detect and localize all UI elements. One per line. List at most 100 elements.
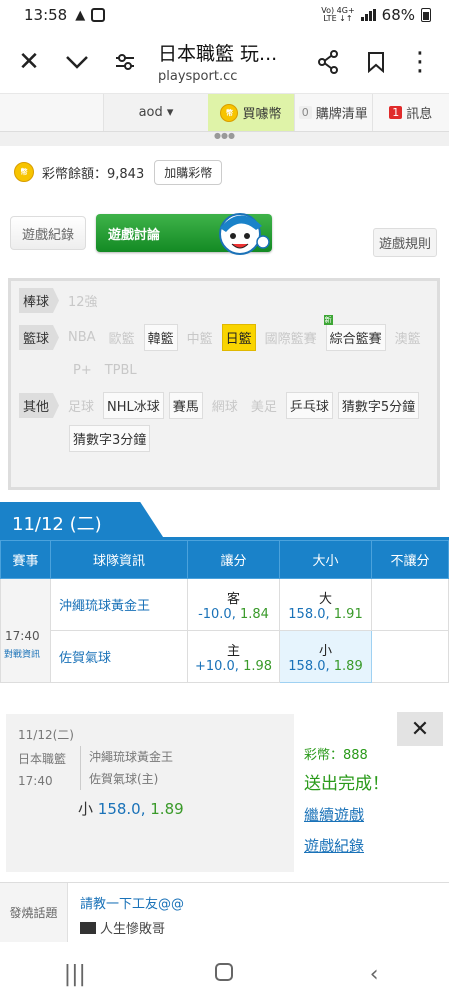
league-chip: 澳籃 bbox=[394, 332, 421, 347]
league-chip[interactable]: 乒乓球 bbox=[285, 392, 333, 419]
moneyline-away-cell bbox=[371, 578, 449, 631]
category-row-basketball-2: P+ TPBL bbox=[19, 359, 429, 382]
android-nav-bar: ||| ‹ bbox=[0, 948, 449, 1000]
col-header: 球隊資訊 bbox=[50, 540, 188, 579]
league-chip[interactable]: 韓籃 bbox=[143, 324, 178, 351]
popup-done-message: 送出完成！ bbox=[304, 774, 389, 794]
share-icon[interactable] bbox=[309, 43, 347, 81]
continue-game-link[interactable]: 繼續遊戲 bbox=[304, 804, 443, 825]
sport-category-panel: 棒球 12強 籃球 NBA 歐籃 韓籃 中籃 日籃 國際籃賽 綜合籃賽 澳籃 P… bbox=[8, 278, 440, 490]
close-icon[interactable]: ✕ bbox=[10, 43, 48, 81]
battery-percent: 68% bbox=[381, 6, 415, 24]
away-team: 沖繩琉球黃金王 bbox=[50, 578, 188, 631]
page-title-block[interactable]: 日本職籃 玩... playsport.cc bbox=[144, 39, 309, 84]
home-icon[interactable] bbox=[194, 962, 254, 987]
more-menu-icon[interactable]: ⋮ bbox=[401, 43, 439, 81]
bet-confirmation-popup: 11/12(二) 日本職籃 17:40 沖繩琉球黃金王 佐賀氣球(主) 小 15… bbox=[6, 712, 443, 872]
close-icon[interactable]: ✕ bbox=[397, 712, 443, 746]
table-row: 佐賀氣球 主 +10.0, 1.98 小 158.0, 1.89 bbox=[1, 630, 449, 683]
league-chip[interactable]: NHL冰球 bbox=[103, 392, 164, 419]
account-dropdown[interactable]: aod ▾ bbox=[104, 94, 208, 131]
category-row-baseball: 棒球 12強 bbox=[19, 287, 429, 314]
date-banner: 11/12 (二) bbox=[0, 502, 449, 540]
spread-away-odds[interactable]: 客 -10.0, 1.84 bbox=[187, 578, 280, 631]
buy-coins-label: 買噱幣 bbox=[242, 107, 282, 122]
popup-teams: 沖繩琉球黃金王 佐賀氣球(主) bbox=[80, 746, 173, 790]
category-row-other: 其他 足球 NHL冰球 賽馬 網球 美足 乒乓球 猜數字5分鐘 bbox=[19, 392, 429, 419]
avatar bbox=[80, 921, 96, 934]
hot-topic: 發燒話題 請教一下工友@@ 人生慘敗哥 bbox=[0, 882, 449, 942]
signal-icon bbox=[360, 9, 376, 21]
game-rules-button[interactable]: 遊戲規則 bbox=[372, 228, 437, 257]
back-icon[interactable]: ‹ bbox=[344, 962, 404, 987]
coin-icon: 幣 bbox=[220, 103, 239, 122]
message-count: 1 bbox=[389, 106, 403, 119]
total-under-odds-selected[interactable]: 小 158.0, 1.89 bbox=[279, 630, 372, 683]
league-chip: 美足 bbox=[250, 400, 277, 415]
game-time: 17:40 bbox=[5, 629, 40, 643]
date-label: 11/12 (二) bbox=[0, 502, 165, 540]
col-header: 賽事 bbox=[0, 540, 51, 579]
league-chip: 網球 bbox=[211, 400, 238, 415]
network-indicator: Vo) 4G+ LTE ↓↑ bbox=[321, 6, 355, 23]
balance-label: 彩幣餘額：9,843 bbox=[42, 166, 145, 182]
chevron-down-icon[interactable] bbox=[58, 43, 96, 81]
popup-home-team: 佐賀氣球(主) bbox=[89, 772, 159, 786]
messages-label: 訊息 bbox=[406, 107, 433, 122]
popup-date: 11/12(二) bbox=[18, 728, 74, 742]
hot-topic-label: 發燒話題 bbox=[0, 883, 68, 942]
mascot-icon bbox=[219, 213, 270, 255]
tab-game-log[interactable]: 遊戲紀錄 bbox=[10, 216, 86, 250]
league-chip: 足球 bbox=[68, 400, 95, 415]
league-chip: 歐籃 bbox=[108, 332, 135, 347]
league-chip: 中籃 bbox=[186, 332, 213, 347]
coin-icon: 幣 bbox=[14, 162, 34, 182]
table-row: 17:40 對戰資訊 沖繩琉球黃金王 客 -10.0, 1.84 大 158.0… bbox=[0, 578, 449, 683]
pager-dots: ●●● bbox=[0, 132, 449, 146]
league-chip-selected[interactable]: 日籃 bbox=[221, 324, 256, 351]
page-title: 日本職籃 玩... bbox=[158, 43, 278, 65]
messages-link[interactable]: 1 訊息 bbox=[371, 94, 449, 131]
site-nav: aod ▾ 幣 買噱幣 0 購牌清單 1 訊息 bbox=[0, 94, 449, 132]
league-chip: P+ bbox=[73, 363, 92, 378]
game-log-link[interactable]: 遊戲紀錄 bbox=[304, 835, 443, 856]
league-chip[interactable]: 猜數字3分鐘 bbox=[69, 425, 151, 452]
cart-count: 0 bbox=[298, 106, 312, 119]
buy-coins-link[interactable]: 幣 買噱幣 bbox=[208, 94, 294, 131]
popup-away-team: 沖繩琉球黃金王 bbox=[89, 750, 174, 764]
league-chip: TPBL bbox=[104, 363, 137, 378]
game-time-cell: 17:40 對戰資訊 bbox=[0, 578, 51, 683]
table-header: 賽事 球隊資訊 讓分 大小 不讓分 bbox=[0, 540, 449, 579]
total-over-odds[interactable]: 大 158.0, 1.91 bbox=[279, 578, 372, 631]
popup-league: 日本職籃 bbox=[18, 752, 67, 766]
popup-time: 17:40 bbox=[18, 774, 53, 788]
spread-home-odds[interactable]: 主 +10.0, 1.98 bbox=[187, 630, 280, 683]
warning-icon: ▲ bbox=[75, 7, 86, 23]
recent-apps-icon[interactable]: ||| bbox=[45, 962, 105, 987]
add-coins-button[interactable]: 加購彩幣 bbox=[154, 159, 223, 185]
cart-label: 購牌清單 bbox=[315, 107, 368, 122]
popup-coins: 彩幣：888 bbox=[304, 748, 368, 763]
category-label-baseball: 棒球 bbox=[19, 288, 60, 313]
league-chip[interactable]: 綜合籃賽 bbox=[323, 315, 386, 351]
browser-toolbar: ✕ 日本職籃 玩... playsport.cc ⋮ bbox=[0, 30, 449, 94]
col-header: 讓分 bbox=[187, 540, 280, 579]
league-chip: NBA bbox=[68, 330, 96, 345]
league-chip[interactable]: 賽馬 bbox=[168, 392, 203, 419]
popup-bet-summary: 小 158.0, 1.89 bbox=[78, 800, 184, 818]
league-chip: 國際籃賽 bbox=[264, 332, 317, 347]
status-bar: 13:58 ▲ Vo) 4G+ LTE ↓↑ 68% bbox=[0, 0, 449, 30]
league-chip[interactable]: 猜數字5分鐘 bbox=[337, 392, 420, 419]
battery-icon bbox=[421, 8, 431, 22]
hot-topic-title[interactable]: 請教一下工友@@ bbox=[80, 893, 184, 912]
odds-table: 賽事 球隊資訊 讓分 大小 不讓分 17:40 對戰資訊 沖繩琉球黃金王 客 -… bbox=[0, 540, 449, 683]
page-url: playsport.cc bbox=[158, 69, 238, 84]
col-header: 不讓分 bbox=[371, 540, 449, 579]
site-settings-icon[interactable] bbox=[106, 43, 144, 81]
cart-link[interactable]: 0 購牌清單 bbox=[294, 94, 372, 131]
game-tabs: 遊戲紀錄 遊戲討論 遊戲規則 bbox=[0, 206, 449, 266]
col-header: 大小 bbox=[279, 540, 372, 579]
bookmark-icon[interactable] bbox=[357, 43, 395, 81]
coin-balance: 幣 彩幣餘額：9,843 加購彩幣 bbox=[0, 146, 449, 198]
versus-info-link[interactable]: 對戰資訊 bbox=[1, 647, 50, 660]
